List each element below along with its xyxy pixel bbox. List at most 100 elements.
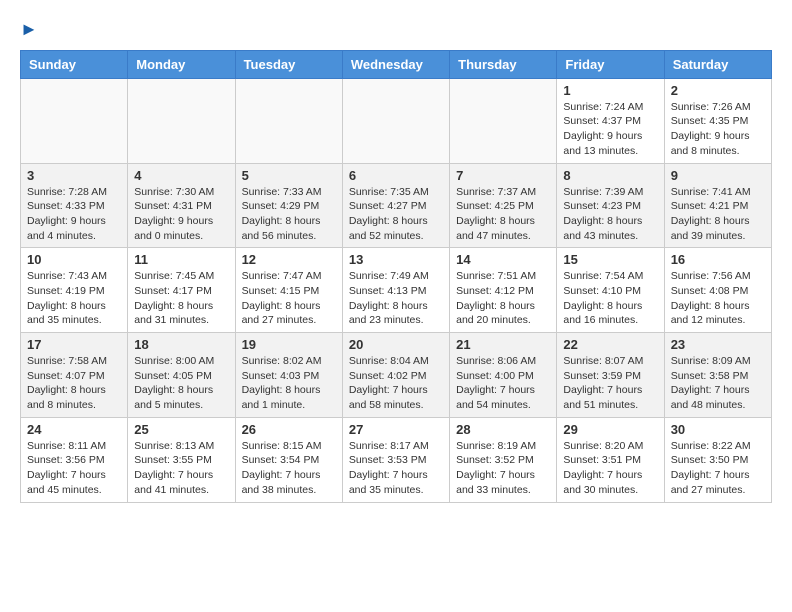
day-number: 10	[27, 252, 121, 267]
calendar-day: 26 Sunrise: 8:15 AM Sunset: 3:54 PM Dayli…	[235, 417, 342, 502]
day-info: Sunrise: 7:35 AM Sunset: 4:27 PM Dayligh…	[349, 185, 443, 244]
calendar-empty	[342, 78, 449, 163]
day-number: 30	[671, 422, 765, 437]
day-number: 15	[563, 252, 657, 267]
calendar-day: 12 Sunrise: 7:47 AM Sunset: 4:15 PM Dayli…	[235, 248, 342, 333]
day-info: Sunrise: 7:39 AM Sunset: 4:23 PM Dayligh…	[563, 185, 657, 244]
calendar-day: 25 Sunrise: 8:13 AM Sunset: 3:55 PM Dayli…	[128, 417, 235, 502]
day-info: Sunrise: 8:04 AM Sunset: 4:02 PM Dayligh…	[349, 354, 443, 413]
day-number: 26	[242, 422, 336, 437]
calendar-day: 15 Sunrise: 7:54 AM Sunset: 4:10 PM Dayli…	[557, 248, 664, 333]
calendar-day: 27 Sunrise: 8:17 AM Sunset: 3:53 PM Dayli…	[342, 417, 449, 502]
calendar-day: 17 Sunrise: 7:58 AM Sunset: 4:07 PM Dayli…	[21, 333, 128, 418]
calendar-empty	[128, 78, 235, 163]
calendar-day: 4 Sunrise: 7:30 AM Sunset: 4:31 PM Daylig…	[128, 163, 235, 248]
calendar: SundayMondayTuesdayWednesdayThursdayFrid…	[20, 50, 772, 503]
calendar-day: 8 Sunrise: 7:39 AM Sunset: 4:23 PM Daylig…	[557, 163, 664, 248]
day-number: 21	[456, 337, 550, 352]
calendar-day: 5 Sunrise: 7:33 AM Sunset: 4:29 PM Daylig…	[235, 163, 342, 248]
day-number: 9	[671, 168, 765, 183]
day-info: Sunrise: 7:43 AM Sunset: 4:19 PM Dayligh…	[27, 269, 121, 328]
day-number: 12	[242, 252, 336, 267]
day-info: Sunrise: 7:33 AM Sunset: 4:29 PM Dayligh…	[242, 185, 336, 244]
calendar-day: 29 Sunrise: 8:20 AM Sunset: 3:51 PM Dayli…	[557, 417, 664, 502]
day-number: 13	[349, 252, 443, 267]
logo-arrow: ►	[20, 19, 38, 39]
weekday-header: Monday	[128, 50, 235, 78]
day-number: 18	[134, 337, 228, 352]
day-info: Sunrise: 8:15 AM Sunset: 3:54 PM Dayligh…	[242, 439, 336, 498]
day-number: 4	[134, 168, 228, 183]
day-info: Sunrise: 8:22 AM Sunset: 3:50 PM Dayligh…	[671, 439, 765, 498]
weekday-header: Saturday	[664, 50, 771, 78]
day-info: Sunrise: 8:06 AM Sunset: 4:00 PM Dayligh…	[456, 354, 550, 413]
day-number: 29	[563, 422, 657, 437]
calendar-week-row: 17 Sunrise: 7:58 AM Sunset: 4:07 PM Dayli…	[21, 333, 772, 418]
day-number: 8	[563, 168, 657, 183]
day-info: Sunrise: 7:37 AM Sunset: 4:25 PM Dayligh…	[456, 185, 550, 244]
day-number: 19	[242, 337, 336, 352]
day-number: 2	[671, 83, 765, 98]
day-info: Sunrise: 8:17 AM Sunset: 3:53 PM Dayligh…	[349, 439, 443, 498]
day-info: Sunrise: 8:09 AM Sunset: 3:58 PM Dayligh…	[671, 354, 765, 413]
day-number: 20	[349, 337, 443, 352]
page: ► SundayMondayTuesdayWednesdayThursdayFr…	[0, 0, 792, 523]
header: ►	[20, 20, 772, 40]
day-number: 3	[27, 168, 121, 183]
day-info: Sunrise: 7:41 AM Sunset: 4:21 PM Dayligh…	[671, 185, 765, 244]
day-info: Sunrise: 8:07 AM Sunset: 3:59 PM Dayligh…	[563, 354, 657, 413]
day-info: Sunrise: 7:58 AM Sunset: 4:07 PM Dayligh…	[27, 354, 121, 413]
calendar-day: 18 Sunrise: 8:00 AM Sunset: 4:05 PM Dayli…	[128, 333, 235, 418]
day-number: 24	[27, 422, 121, 437]
calendar-week-row: 24 Sunrise: 8:11 AM Sunset: 3:56 PM Dayli…	[21, 417, 772, 502]
calendar-day: 1 Sunrise: 7:24 AM Sunset: 4:37 PM Daylig…	[557, 78, 664, 163]
day-info: Sunrise: 7:49 AM Sunset: 4:13 PM Dayligh…	[349, 269, 443, 328]
day-info: Sunrise: 7:54 AM Sunset: 4:10 PM Dayligh…	[563, 269, 657, 328]
day-info: Sunrise: 7:47 AM Sunset: 4:15 PM Dayligh…	[242, 269, 336, 328]
day-number: 22	[563, 337, 657, 352]
day-number: 27	[349, 422, 443, 437]
day-info: Sunrise: 7:28 AM Sunset: 4:33 PM Dayligh…	[27, 185, 121, 244]
day-info: Sunrise: 7:45 AM Sunset: 4:17 PM Dayligh…	[134, 269, 228, 328]
day-number: 5	[242, 168, 336, 183]
logo: ►	[20, 20, 38, 40]
day-number: 28	[456, 422, 550, 437]
calendar-day: 23Sunrise: 8:09 AM Sunset: 3:58 PM Dayli…	[664, 333, 771, 418]
day-number: 17	[27, 337, 121, 352]
calendar-day: 6 Sunrise: 7:35 AM Sunset: 4:27 PM Daylig…	[342, 163, 449, 248]
day-info: Sunrise: 8:11 AM Sunset: 3:56 PM Dayligh…	[27, 439, 121, 498]
calendar-day: 2 Sunrise: 7:26 AM Sunset: 4:35 PM Daylig…	[664, 78, 771, 163]
calendar-week-row: 3 Sunrise: 7:28 AM Sunset: 4:33 PM Daylig…	[21, 163, 772, 248]
calendar-day: 20 Sunrise: 8:04 AM Sunset: 4:02 PM Dayli…	[342, 333, 449, 418]
day-info: Sunrise: 7:56 AM Sunset: 4:08 PM Dayligh…	[671, 269, 765, 328]
calendar-day: 14 Sunrise: 7:51 AM Sunset: 4:12 PM Dayli…	[450, 248, 557, 333]
calendar-day: 30 Sunrise: 8:22 AM Sunset: 3:50 PM Dayli…	[664, 417, 771, 502]
weekday-header: Thursday	[450, 50, 557, 78]
weekday-header: Friday	[557, 50, 664, 78]
calendar-empty	[21, 78, 128, 163]
day-info: Sunrise: 8:13 AM Sunset: 3:55 PM Dayligh…	[134, 439, 228, 498]
calendar-day: 3 Sunrise: 7:28 AM Sunset: 4:33 PM Daylig…	[21, 163, 128, 248]
day-info: Sunrise: 8:00 AM Sunset: 4:05 PM Dayligh…	[134, 354, 228, 413]
day-number: 6	[349, 168, 443, 183]
weekday-header: Tuesday	[235, 50, 342, 78]
day-info: Sunrise: 7:26 AM Sunset: 4:35 PM Dayligh…	[671, 100, 765, 159]
day-number: 1	[563, 83, 657, 98]
day-info: Sunrise: 8:02 AM Sunset: 4:03 PM Dayligh…	[242, 354, 336, 413]
day-info: Sunrise: 7:30 AM Sunset: 4:31 PM Dayligh…	[134, 185, 228, 244]
day-info: Sunrise: 8:20 AM Sunset: 3:51 PM Dayligh…	[563, 439, 657, 498]
day-number: 14	[456, 252, 550, 267]
calendar-day: 24 Sunrise: 8:11 AM Sunset: 3:56 PM Dayli…	[21, 417, 128, 502]
day-info: Sunrise: 7:51 AM Sunset: 4:12 PM Dayligh…	[456, 269, 550, 328]
calendar-empty	[235, 78, 342, 163]
calendar-day: 22 Sunrise: 8:07 AM Sunset: 3:59 PM Dayli…	[557, 333, 664, 418]
day-number: 16	[671, 252, 765, 267]
day-info: Sunrise: 8:19 AM Sunset: 3:52 PM Dayligh…	[456, 439, 550, 498]
calendar-empty	[450, 78, 557, 163]
day-number: 7	[456, 168, 550, 183]
calendar-week-row: 10 Sunrise: 7:43 AM Sunset: 4:19 PM Dayli…	[21, 248, 772, 333]
day-number: 25	[134, 422, 228, 437]
calendar-day: 13 Sunrise: 7:49 AM Sunset: 4:13 PM Dayli…	[342, 248, 449, 333]
calendar-day: 11Sunrise: 7:45 AM Sunset: 4:17 PM Dayli…	[128, 248, 235, 333]
day-info: Sunrise: 7:24 AM Sunset: 4:37 PM Dayligh…	[563, 100, 657, 159]
